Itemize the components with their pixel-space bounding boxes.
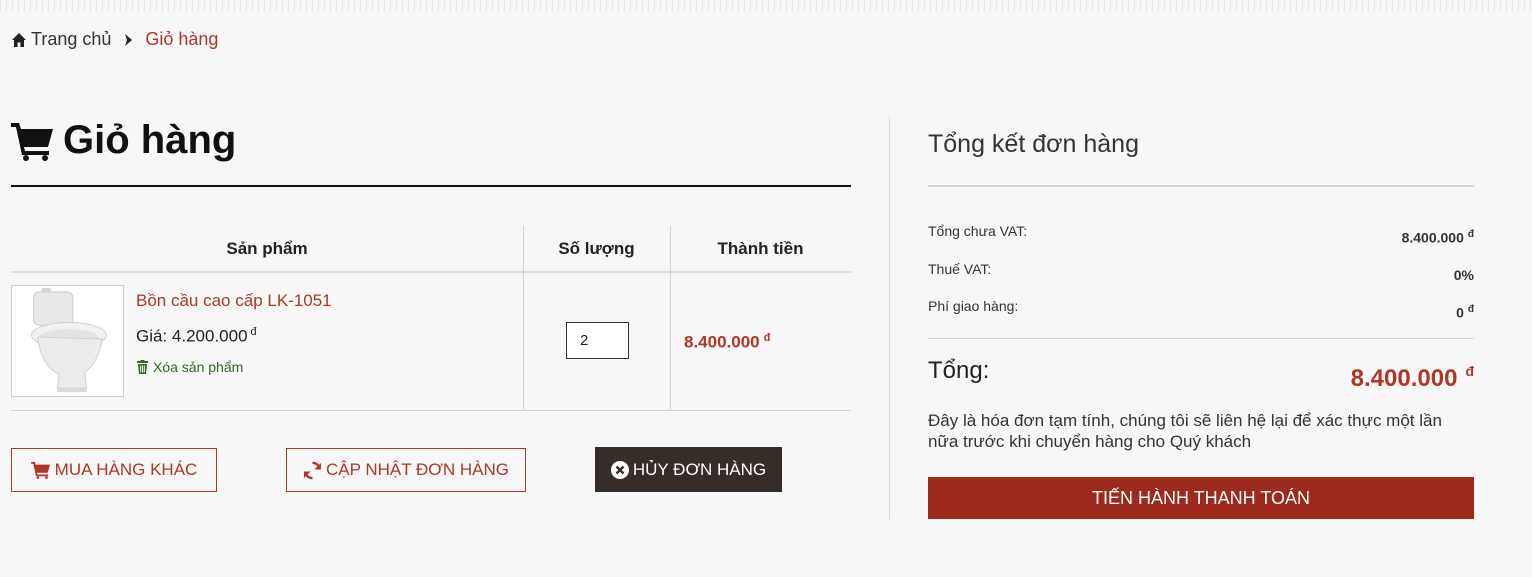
- shipping-amount: 0: [1456, 304, 1464, 321]
- breadcrumb: Trang chủ Giỏ hàng: [11, 29, 218, 50]
- summary-divider: [928, 338, 1474, 339]
- table-header-divider: [11, 271, 851, 273]
- continue-shopping-button[interactable]: MUA HÀNG KHÁC: [11, 448, 217, 492]
- section-divider: [889, 117, 890, 519]
- shipping-label: Phí giao hàng:: [928, 298, 1019, 314]
- cancel-order-label: HỦY ĐƠN HÀNG: [632, 459, 767, 479]
- remove-product-label: Xóa sản phẩm: [153, 359, 244, 375]
- breadcrumb-home-link[interactable]: Trang chủ: [31, 29, 111, 50]
- trash-icon: [137, 360, 148, 374]
- summary-divider: [928, 185, 1474, 187]
- vat-value: 0%: [1453, 267, 1474, 283]
- continue-shopping-label: MUA HÀNG KHÁC: [54, 460, 198, 479]
- invoice-note: Đây là hóa đơn tạm tính, chúng tôi sẽ li…: [928, 411, 1442, 451]
- cart-icon: [30, 461, 50, 479]
- currency-symbol: đ: [1465, 363, 1474, 379]
- breadcrumb-current: Giỏ hàng: [145, 29, 219, 49]
- update-order-button[interactable]: CẬP NHẬT ĐƠN HÀNG: [286, 448, 526, 492]
- subtotal-amount: 8.400.000: [1401, 229, 1464, 246]
- currency-symbol: đ: [1467, 304, 1474, 315]
- currency-symbol: đ: [1467, 229, 1474, 240]
- product-price-value: Giá: 4.200.000: [136, 326, 248, 346]
- page-title: Giỏ hàng: [11, 118, 236, 163]
- cancel-order-button[interactable]: HỦY ĐƠN HÀNG: [595, 447, 782, 492]
- checkout-label: TIẾN HÀNH THANH TOÁN: [1091, 487, 1311, 508]
- table-bottom-divider: [11, 410, 851, 411]
- subtotal-label: Tổng chưa VAT:: [928, 223, 1028, 239]
- column-header-total: Thành tiền: [717, 239, 804, 258]
- vat-label: Thuế VAT:: [928, 261, 992, 277]
- title-underline: [11, 185, 851, 187]
- column-divider: [670, 226, 671, 411]
- column-divider: [523, 226, 524, 411]
- close-circle-icon: [610, 460, 629, 479]
- page-title-text: Giỏ hàng: [63, 118, 237, 162]
- column-header-quantity: Số lượng: [558, 239, 635, 258]
- grand-total-label: Tổng:: [928, 357, 990, 384]
- update-order-label: CẬP NHẬT ĐƠN HÀNG: [325, 460, 510, 479]
- product-thumbnail[interactable]: [11, 285, 124, 397]
- grand-total-amount: 8.400.000: [1350, 365, 1458, 392]
- currency-symbol: đ: [763, 332, 771, 344]
- line-total: 8.400.000 đ: [684, 332, 770, 353]
- cart-icon: [11, 122, 53, 161]
- top-ruler-decoration: [0, 0, 1532, 12]
- column-header-product: Sản phẩm: [226, 239, 308, 258]
- line-total-value: 8.400.000: [684, 332, 760, 352]
- order-summary-title: Tổng kết đơn hàng: [928, 130, 1139, 158]
- toilet-image: [31, 287, 107, 393]
- shipping-value: 0đ: [1456, 304, 1474, 321]
- product-name-link[interactable]: Bồn cầu cao cấp LK-1051: [136, 291, 332, 311]
- refresh-icon: [303, 461, 322, 479]
- currency-symbol: đ: [250, 326, 257, 338]
- chevron-right-icon: [125, 33, 133, 46]
- subtotal-value: 8.400.000 đ: [1402, 229, 1474, 246]
- cart-table: Sản phẩm Số lượng Thành tiền Bồn cầu cao…: [11, 226, 851, 411]
- quantity-input[interactable]: [566, 322, 629, 359]
- checkout-button[interactable]: TIẾN HÀNH THANH TOÁN: [928, 477, 1474, 519]
- grand-total-value: 8.400.000 đ: [1351, 363, 1474, 393]
- home-icon: [12, 32, 26, 47]
- remove-product-link[interactable]: Xóa sản phẩm: [136, 359, 243, 375]
- product-price: Giá: 4.200.000 đ: [136, 326, 257, 347]
